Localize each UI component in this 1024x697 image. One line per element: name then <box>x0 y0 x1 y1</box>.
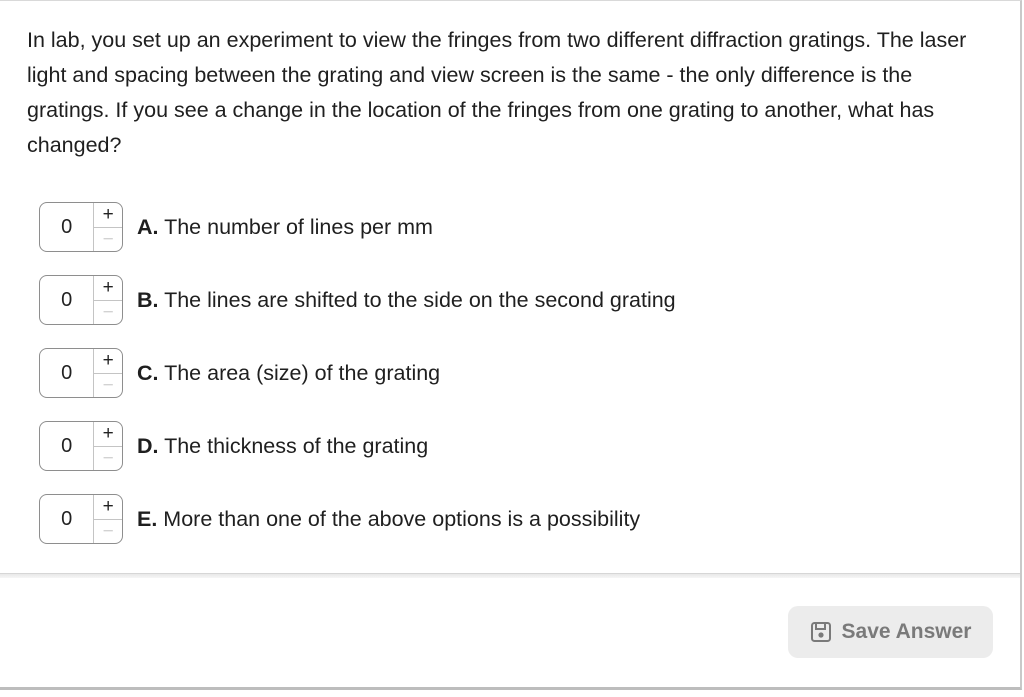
quantity-stepper-b[interactable]: 0 + − <box>39 275 123 325</box>
option-row-e: 0 + − E. More than one of the above opti… <box>39 493 999 545</box>
quantity-stepper-e[interactable]: 0 + − <box>39 494 123 544</box>
increment-button[interactable]: + <box>94 349 122 374</box>
decrement-button[interactable]: − <box>94 228 122 252</box>
option-text: The lines are shifted to the side on the… <box>158 287 676 312</box>
decrement-button[interactable]: − <box>94 520 122 544</box>
decrement-button[interactable]: − <box>94 447 122 471</box>
option-letter: E. <box>137 506 158 531</box>
increment-button[interactable]: + <box>94 422 122 447</box>
increment-button[interactable]: + <box>94 495 122 520</box>
option-letter: D. <box>137 433 159 458</box>
stepper-buttons: + − <box>93 422 122 470</box>
floppy-disk-icon <box>810 621 832 643</box>
question-text: In lab, you set up an experiment to view… <box>27 28 967 157</box>
option-row-d: 0 + − D. The thickness of the grating <box>39 420 999 472</box>
option-letter: A. <box>137 214 159 239</box>
stepper-value[interactable]: 0 <box>40 203 93 251</box>
option-label-a: A. The number of lines per mm <box>137 215 433 240</box>
option-label-b: B. The lines are shifted to the side on … <box>137 288 676 313</box>
option-label-d: D. The thickness of the grating <box>137 434 428 459</box>
option-text: The area (size) of the grating <box>158 360 441 385</box>
footer-divider <box>0 573 1020 578</box>
option-row-a: 0 + − A. The number of lines per mm <box>39 201 999 253</box>
option-letter: C. <box>137 360 159 385</box>
option-label-e: E. More than one of the above options is… <box>137 507 640 532</box>
stepper-value[interactable]: 0 <box>40 495 93 543</box>
option-text: The number of lines per mm <box>158 214 433 239</box>
stepper-buttons: + − <box>93 495 122 543</box>
stepper-value[interactable]: 0 <box>40 422 93 470</box>
stepper-buttons: + − <box>93 203 122 251</box>
increment-button[interactable]: + <box>94 203 122 228</box>
option-text: More than one of the above options is a … <box>157 506 641 531</box>
stepper-buttons: + − <box>93 276 122 324</box>
quantity-stepper-a[interactable]: 0 + − <box>39 202 123 252</box>
option-text: The thickness of the grating <box>158 433 429 458</box>
option-row-c: 0 + − C. The area (size) of the grating <box>39 347 999 399</box>
option-label-c: C. The area (size) of the grating <box>137 361 440 386</box>
decrement-button[interactable]: − <box>94 374 122 398</box>
option-letter: B. <box>137 287 159 312</box>
quantity-stepper-c[interactable]: 0 + − <box>39 348 123 398</box>
decrement-button[interactable]: − <box>94 301 122 325</box>
quantity-stepper-d[interactable]: 0 + − <box>39 421 123 471</box>
save-answer-label: Save Answer <box>841 620 972 643</box>
save-answer-button[interactable]: Save Answer <box>788 606 993 658</box>
question-card: In lab, you set up an experiment to view… <box>0 0 1022 690</box>
option-row-b: 0 + − B. The lines are shifted to the si… <box>39 274 999 326</box>
increment-button[interactable]: + <box>94 276 122 301</box>
stepper-buttons: + − <box>93 349 122 397</box>
stepper-value[interactable]: 0 <box>40 276 93 324</box>
stepper-value[interactable]: 0 <box>40 349 93 397</box>
